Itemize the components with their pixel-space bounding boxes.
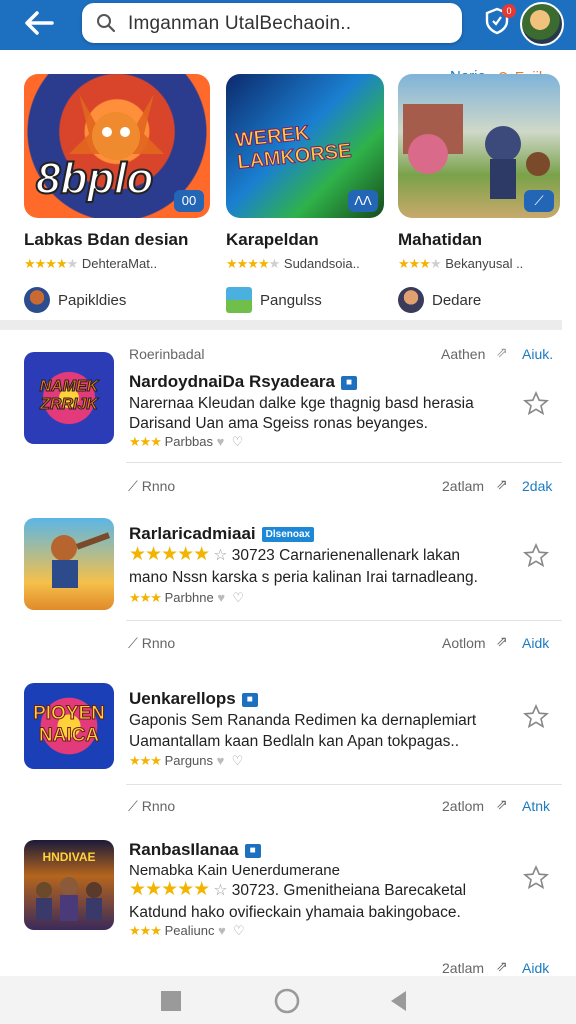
share-icon[interactable]: ⇗ — [496, 633, 508, 650]
featured-rating: ★★★★ Bekanyusal .. — [398, 256, 524, 271]
back-triangle-icon[interactable] — [386, 988, 412, 1014]
app-time: 2atlam — [442, 960, 485, 976]
warrior-art — [51, 532, 111, 588]
featured-rating: ★★★★★ DehteraMat.. — [24, 256, 158, 271]
developer-avatar — [398, 287, 424, 313]
app-action-link[interactable]: 2dak — [522, 478, 552, 494]
app-action-link[interactable]: Aidk — [522, 960, 549, 976]
featured-developer[interactable]: Dedare — [398, 286, 560, 314]
app-meta: ★★★ Parguns ♥ ♡ — [129, 753, 244, 768]
row-divider — [126, 784, 562, 785]
list-header-time: Aathen — [441, 346, 486, 362]
featured-card[interactable]: ⟋ Mahatidan ★★★★ Bekanyusal .. Dedare — [398, 74, 560, 314]
featured-thumbnail: WEREK LAMKORSE ΛΛ — [226, 74, 384, 218]
app-meta: ★★★ Parbhne ♥ ♡ — [129, 590, 244, 605]
search-input[interactable]: Imganman UtalBechaoin.. — [82, 3, 462, 43]
app-description: Gaponis Sem Ranandа Redimen ka dernaplem… — [129, 712, 477, 729]
featured-rating: ★★★★★ Sudandsoia.. — [226, 256, 360, 271]
search-text: Imganman UtalBechaoin.. — [128, 13, 352, 34]
top-app-bar: Imganman UtalBechaoin.. 0 — [0, 0, 576, 50]
system-navigation-bar — [0, 976, 576, 1024]
featured-art-text: 8bplo — [35, 153, 154, 204]
featured-title: Karapeldan — [226, 230, 319, 249]
profile-avatar[interactable] — [520, 2, 564, 46]
app-name: RanbasIlanaa ■ — [129, 840, 261, 860]
row-divider — [126, 620, 562, 621]
row-divider — [126, 462, 562, 463]
share-icon[interactable]: ⇗ — [496, 958, 508, 975]
search-icon — [97, 14, 116, 33]
list-header-action[interactable]: Aiuk. — [522, 346, 553, 362]
verified-badge-icon: ■ — [244, 843, 261, 858]
featured-thumbnail: 8bplo 00 — [24, 74, 210, 218]
featured-title: Mahatidan — [398, 230, 483, 249]
pin-action[interactable]: ⟋ Rnno — [128, 478, 175, 495]
app-icon — [24, 518, 114, 610]
app-name: NardoydnaiDa Rsyadeara ■ — [129, 372, 357, 392]
featured-developer[interactable]: Pangulss — [226, 286, 384, 314]
app-time: Aotlom — [442, 635, 486, 651]
recents-square-icon[interactable] — [158, 988, 184, 1014]
verified-badge-icon: ■ — [241, 692, 258, 707]
developer-avatar — [24, 287, 50, 313]
featured-title: Labkas Bdan desian — [24, 230, 189, 249]
app-description: Uamantallam kaan Bedlaln kan Apan tokpag… — [129, 733, 460, 750]
section-divider — [0, 320, 562, 330]
app-meta: ★★★ Parbbas ♥ ♡ — [129, 434, 244, 449]
pin-action[interactable]: ⟋ Rnno — [128, 635, 175, 652]
featured-thumbnail: ⟋ — [398, 74, 560, 218]
category-tag: Dlsenoax — [261, 527, 315, 543]
share-icon[interactable]: ⇗ — [496, 796, 508, 813]
app-time: 2atlam — [442, 478, 485, 494]
back-arrow-icon[interactable] — [22, 8, 56, 38]
featured-card[interactable]: 8bplo 00 Labkas Bdan desian ★★★★★ Dehter… — [24, 74, 210, 314]
featured-developer[interactable]: Papikldies — [24, 286, 210, 314]
pin-action[interactable]: ⟋ Rnno — [128, 798, 175, 815]
app-meta: ★★★ Pealiunc ♥ ♡ — [129, 923, 245, 938]
app-name: Uenkarellops ■ — [129, 689, 258, 709]
app-time: 2atlom — [442, 798, 485, 814]
favorite-star-icon[interactable] — [522, 390, 550, 418]
home-circle-icon[interactable] — [274, 988, 300, 1014]
app-rating: ★★★★★ ☆ 30723. Gmenitheiana Barecaketal — [129, 879, 467, 900]
app-icon: HNDIVAE — [24, 840, 114, 930]
app-action-link[interactable]: Aidk — [522, 635, 549, 651]
share-icon[interactable]: ⇗ — [496, 476, 508, 493]
developer-logo-icon — [226, 287, 252, 313]
featured-badge: 00 — [174, 190, 204, 212]
app-description: Katdund hako ovifieckain yhamaia bakingo… — [129, 904, 461, 921]
featured-art-text: WEREK LAMKORSE — [234, 122, 353, 175]
app-description: mano Nssn karska s peria kalinan Irai ta… — [129, 569, 478, 586]
app-subtitle: Nemabka Kain Uenerdumerane — [129, 862, 340, 879]
app-icon: PIOYEN NAICA — [24, 683, 114, 769]
notifications-button[interactable]: 0 — [482, 4, 516, 36]
verified-badge-icon: ■ — [340, 375, 357, 390]
featured-badge: ⟋ — [524, 190, 554, 212]
favorite-star-icon[interactable] — [522, 542, 550, 570]
app-name: Rarlaricadmiaai Dlsenoax — [129, 524, 315, 544]
app-action-link[interactable]: Atnk — [522, 798, 550, 814]
list-header-label: Roerinbadal — [129, 346, 205, 362]
app-description: Darisand Uan ama Sgeiss ronas beyanges. — [129, 415, 428, 432]
app-description: Narernaa Kleudan dalke kge thagnig basd … — [129, 395, 474, 412]
app-icon: NAMEK ZRRIJK — [24, 352, 114, 444]
featured-card[interactable]: WEREK LAMKORSE ΛΛ Karapeldan ★★★★★ Sudan… — [226, 74, 384, 314]
favorite-star-icon[interactable] — [522, 703, 550, 731]
featured-badge: ΛΛ — [348, 190, 378, 212]
app-rating: ★★★★★ ☆ 30723 Carnarienenallenark lakan — [129, 544, 461, 565]
share-icon[interactable]: ⇗ — [496, 344, 508, 361]
crowd-art — [36, 877, 102, 921]
favorite-star-icon[interactable] — [522, 864, 550, 892]
notification-badge: 0 — [502, 4, 516, 18]
